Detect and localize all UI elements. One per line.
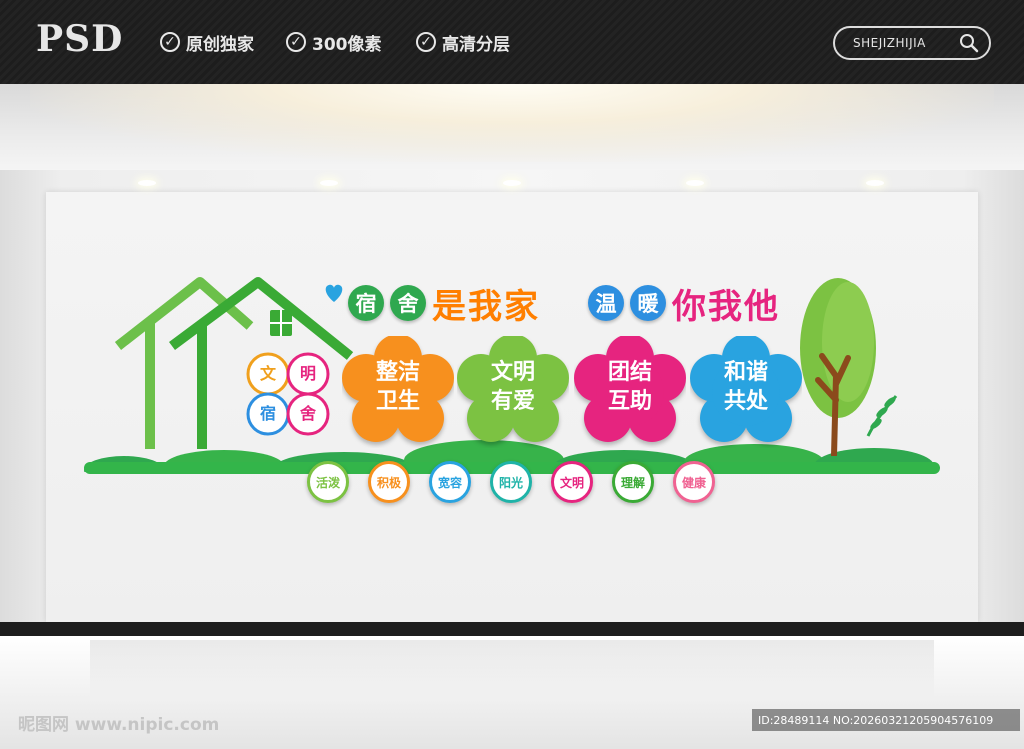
mini-char: 舍 xyxy=(299,404,316,423)
title-group-2: 温 暖 你我他 xyxy=(588,280,780,327)
value-badge: 文明 xyxy=(551,461,593,503)
spotlight xyxy=(138,180,156,186)
site-search-button[interactable]: SHEJIZHIJIA xyxy=(833,26,991,60)
floor-reflection xyxy=(90,640,934,700)
spotlight xyxy=(503,180,521,186)
title-circle: 舍 xyxy=(390,285,426,321)
flower-line: 共处 xyxy=(723,389,768,414)
heart-icon xyxy=(325,284,343,302)
value-badge: 活泼 xyxy=(307,461,349,503)
flower-line: 互助 xyxy=(607,389,652,414)
flower-line: 卫生 xyxy=(375,389,420,414)
title-circle: 暖 xyxy=(630,285,666,321)
flower-line: 团结 xyxy=(607,360,652,385)
title-text: 是我家 xyxy=(432,286,540,327)
value-badge: 健康 xyxy=(673,461,715,503)
image-id-label: ID:28489114 NO:20260321205904576109 xyxy=(752,709,1020,731)
feature-label: 高清分层 xyxy=(442,34,510,55)
value-badge: 宽容 xyxy=(429,461,471,503)
mini-char: 明 xyxy=(299,364,316,383)
psd-logo: PSD xyxy=(36,18,124,60)
spotlight xyxy=(686,180,704,186)
spotlight xyxy=(866,180,884,186)
check-circle-icon: ✓ xyxy=(286,32,306,52)
title-circle: 宿 xyxy=(348,285,384,321)
flower-line: 有爱 xyxy=(490,389,535,414)
baseboard xyxy=(0,622,1024,636)
site-name: SHEJIZHIJIA xyxy=(853,36,926,50)
mini-char: 文 xyxy=(259,364,276,383)
feature-resolution: ✓ 300像素 xyxy=(286,30,382,55)
flower-card: 和谐 共处 xyxy=(690,336,802,448)
search-icon xyxy=(960,34,979,53)
flower-line: 整洁 xyxy=(375,360,420,385)
feature-label: 原创独家 xyxy=(186,34,254,55)
flower-card: 整洁 卫生 xyxy=(342,336,454,448)
check-circle-icon: ✓ xyxy=(416,32,436,52)
flower-card: 文明 有爱 xyxy=(457,336,569,448)
title-group-1: 宿 舍 是我家 xyxy=(348,280,540,327)
feature-label: 300像素 xyxy=(312,34,382,55)
flower-card: 团结 互助 xyxy=(574,336,686,448)
mini-char: 宿 xyxy=(259,404,276,423)
flower-line: 文明 xyxy=(490,360,535,385)
ceiling-glow xyxy=(30,84,994,162)
title-circle: 温 xyxy=(588,285,624,321)
feature-layered: ✓ 高清分层 xyxy=(416,30,510,55)
check-circle-icon: ✓ xyxy=(160,32,180,52)
feature-original: ✓ 原创独家 xyxy=(160,30,254,55)
value-badge: 理解 xyxy=(612,461,654,503)
title-text: 你我他 xyxy=(672,286,780,327)
value-badge: 阳光 xyxy=(490,461,532,503)
flower-line: 和谐 xyxy=(723,360,768,385)
top-banner: PSD ✓ 原创独家 ✓ 300像素 ✓ 高清分层 SHEJIZHIJIA xyxy=(0,0,1024,84)
spotlight xyxy=(320,180,338,186)
watermark: 昵图网 www.nipic.com xyxy=(18,715,220,735)
tree-icon xyxy=(800,278,898,456)
value-badge: 积极 xyxy=(368,461,410,503)
